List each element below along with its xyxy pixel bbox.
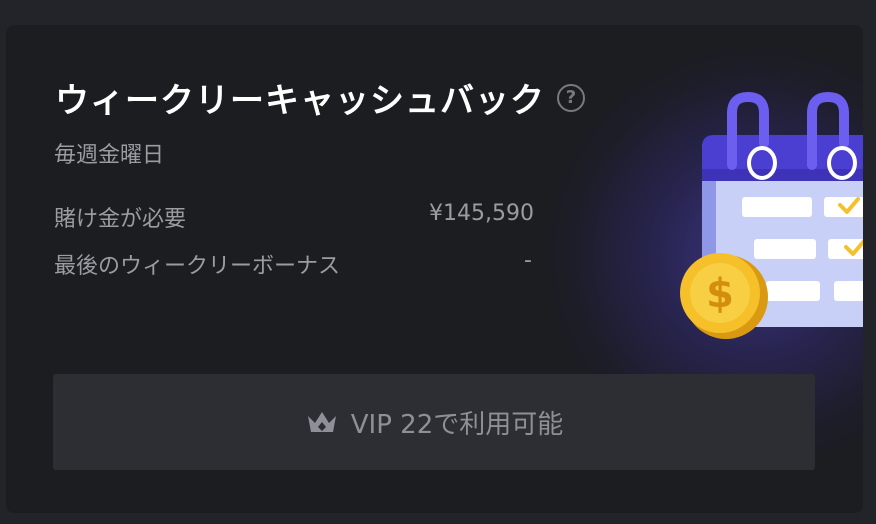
question-circle-icon[interactable]: ?: [557, 83, 585, 112]
wager-required-row: 賭け金が必要 ¥145,590: [54, 201, 534, 233]
crown-icon: [307, 412, 336, 432]
last-weekly-bonus-value: -: [524, 248, 532, 273]
svg-text:$: $: [706, 271, 734, 317]
vip-availability-button[interactable]: VIP 22で利用可能: [53, 374, 815, 470]
vip-button-label: VIP 22で利用可能: [350, 409, 564, 440]
last-weekly-bonus-row: 最後のウィークリーボーナス -: [54, 248, 534, 280]
wager-required-label: 賭け金が必要: [54, 207, 187, 232]
wager-required-value: ¥145,590: [429, 201, 534, 226]
last-weekly-bonus-label: 最後のウィークリーボーナス: [54, 254, 341, 279]
title-row: ウィークリーキャッシュバック ?: [55, 73, 585, 122]
schedule-subtitle: 毎週金曜日: [54, 143, 165, 168]
card-title: ウィークリーキャッシュバック: [55, 81, 545, 121]
calendar-coin-illustration: $: [680, 91, 863, 339]
weekly-cashback-card: $ ウィークリーキャッシュバック ? 毎週金曜日 賭け金が必要 ¥145,590…: [6, 25, 863, 513]
